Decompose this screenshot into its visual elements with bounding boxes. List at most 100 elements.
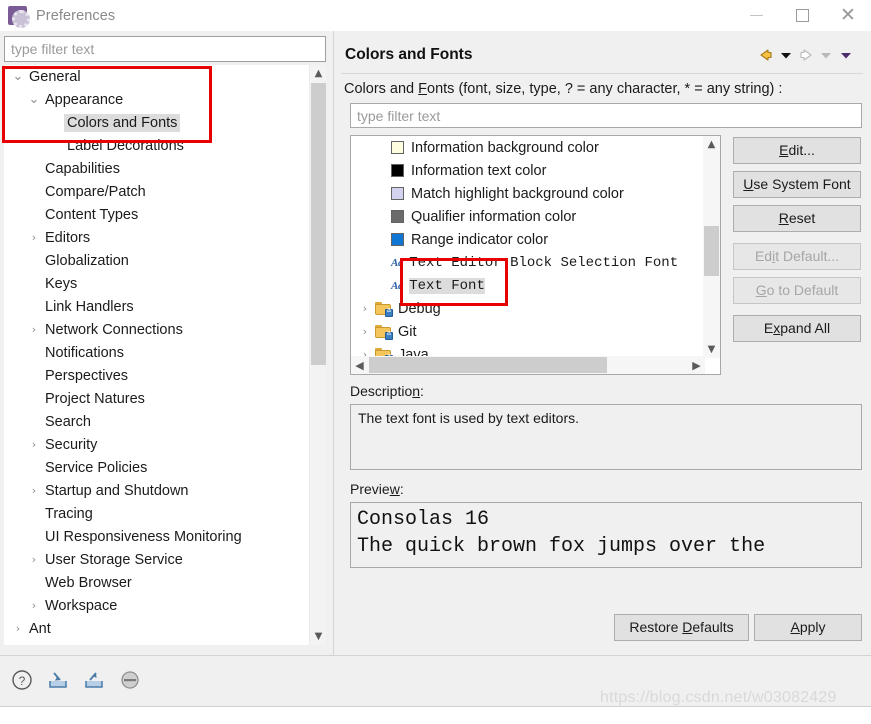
tree-item-capabilities[interactable]: Capabilities — [4, 157, 308, 180]
preferences-tree[interactable]: ⌄ General ⌄ Appearance Colors and Fonts Label… — [4, 65, 326, 645]
colors-fonts-filter-input[interactable]: type filter text — [350, 103, 862, 128]
scroll-up-icon[interactable]: ▲ — [703, 136, 720, 153]
disabled-circle-icon[interactable] — [118, 668, 142, 692]
list-item-label: Match highlight background color — [411, 185, 624, 202]
import-icon[interactable] — [46, 668, 70, 692]
tree-item-workspace[interactable]: › Workspace — [4, 594, 308, 617]
tree-item-web-browser[interactable]: Web Browser — [4, 571, 308, 594]
reset-button[interactable]: Reset — [733, 205, 861, 232]
scroll-right-icon[interactable]: ▶ — [688, 356, 705, 374]
restore-defaults-button[interactable]: Restore Defaults — [614, 614, 749, 641]
tree-item-label-decorations[interactable]: Label Decorations — [4, 134, 308, 157]
chevron-right-icon[interactable]: › — [10, 622, 26, 635]
tree-item-content-types[interactable]: Content Types — [4, 203, 308, 226]
list-item[interactable]: › Debug — [351, 297, 720, 320]
scrollbar-thumb[interactable] — [369, 357, 607, 373]
minimize-icon[interactable] — [733, 0, 779, 31]
sidebar-filter-input[interactable]: type filter text — [4, 36, 326, 62]
tree-item-general[interactable]: ⌄ General — [4, 65, 308, 88]
expand-all-button[interactable]: Expand All — [733, 315, 861, 342]
tree-item-network-connections[interactable]: › Network Connections — [4, 318, 308, 341]
tree-vertical-scrollbar[interactable]: ▲ ▼ — [309, 65, 326, 645]
tree-item-compare-patch[interactable]: Compare/Patch — [4, 180, 308, 203]
tree-item-search[interactable]: Search — [4, 410, 308, 433]
tree-item-security[interactable]: › Security — [4, 433, 308, 456]
svg-text:?: ? — [19, 674, 26, 688]
page-nav-icons — [757, 45, 863, 65]
watermark: https://blog.csdn.net/w03082429 — [600, 689, 837, 706]
chevron-right-icon[interactable]: › — [26, 231, 42, 244]
color-swatch — [391, 233, 404, 246]
chevron-right-icon[interactable]: › — [357, 302, 373, 315]
tree-item-editors[interactable]: › Editors — [4, 226, 308, 249]
tree-item-label: Appearance — [45, 91, 124, 108]
list-item[interactable]: Qualifier information color — [351, 205, 720, 228]
list-horizontal-scrollbar[interactable]: ◀ ▶ — [351, 356, 705, 374]
preferences-dialog: Preferences ✕ type filter text ⌄ General ⌄… — [0, 0, 871, 724]
list-item[interactable]: Aa Text Editor Block Selection Font — [351, 251, 720, 274]
tree-item-service-policies[interactable]: Service Policies — [4, 456, 308, 479]
tree-item-startup-and-shutdown[interactable]: › Startup and Shutdown — [4, 479, 308, 502]
list-item[interactable]: Match highlight background color — [351, 182, 720, 205]
tree-item-label: Notifications — [45, 344, 124, 361]
use-system-font-button[interactable]: Use System Font — [733, 171, 861, 198]
close-icon[interactable]: ✕ — [825, 0, 871, 31]
list-item[interactable]: Information background color — [351, 136, 720, 159]
back-dropdown-icon[interactable] — [777, 45, 795, 65]
tree-item-tracing[interactable]: Tracing — [4, 502, 308, 525]
chevron-right-icon[interactable]: › — [26, 438, 42, 451]
tree-item-colors-and-fonts[interactable]: Colors and Fonts — [4, 111, 308, 134]
tree-item-appearance[interactable]: ⌄ Appearance — [4, 88, 308, 111]
tree-item-project-natures[interactable]: Project Natures — [4, 387, 308, 410]
forward-dropdown-icon — [817, 45, 835, 65]
preview-line-2: The quick brown fox jumps over the — [357, 535, 766, 558]
colors-fonts-list[interactable]: Information background color Information … — [350, 135, 721, 375]
chevron-down-icon[interactable]: ⌄ — [26, 93, 42, 106]
description-label: Description: — [350, 383, 424, 399]
scrollbar-thumb[interactable] — [704, 226, 719, 276]
view-menu-icon[interactable] — [837, 45, 855, 65]
title-bar: Preferences ✕ — [0, 0, 871, 31]
scroll-up-icon[interactable]: ▲ — [310, 65, 327, 82]
tree-item-ui-responsiveness-monitoring[interactable]: UI Responsiveness Monitoring — [4, 525, 308, 548]
color-swatch — [391, 187, 404, 200]
help-icon[interactable]: ? — [10, 668, 34, 692]
tree-item-globalization[interactable]: Globalization — [4, 249, 308, 272]
tree-item-user-storage-service[interactable]: › User Storage Service — [4, 548, 308, 571]
gear-icon — [8, 6, 30, 28]
export-icon[interactable] — [82, 668, 106, 692]
chevron-right-icon[interactable]: › — [26, 599, 42, 612]
chevron-right-icon[interactable]: › — [26, 323, 42, 336]
tree-item-notifications[interactable]: Notifications — [4, 341, 308, 364]
list-item[interactable]: › Git — [351, 320, 720, 343]
list-item[interactable]: Range indicator color — [351, 228, 720, 251]
footer-icons: ? — [10, 668, 142, 692]
list-item-label: Text Editor Block Selection Font — [409, 254, 679, 271]
chevron-down-icon[interactable]: ⌄ — [10, 70, 26, 83]
tree-item-label: Editors — [45, 229, 91, 246]
list-item[interactable]: Aa Text Font — [351, 274, 720, 297]
chevron-right-icon[interactable]: › — [26, 484, 42, 497]
chevron-right-icon[interactable]: › — [357, 325, 373, 338]
tree-item-keys[interactable]: Keys — [4, 272, 308, 295]
chevron-right-icon[interactable]: › — [26, 553, 42, 566]
tree-item-ant[interactable]: › Ant — [4, 617, 308, 640]
font-aa-icon: Aa — [391, 279, 404, 292]
scroll-down-icon[interactable]: ▼ — [310, 628, 327, 645]
tree-item-link-handlers[interactable]: Link Handlers — [4, 295, 308, 318]
page-title: Colors and Fonts — [345, 45, 473, 63]
header-divider — [341, 73, 863, 74]
scrollbar-thumb[interactable] — [311, 83, 326, 365]
back-arrow-icon[interactable] — [757, 45, 775, 65]
list-item[interactable]: Information text color — [351, 159, 720, 182]
maximize-icon[interactable] — [779, 0, 825, 31]
tree-item-perspectives[interactable]: Perspectives — [4, 364, 308, 387]
list-vertical-scrollbar[interactable]: ▲ ▼ — [703, 136, 720, 358]
apply-button[interactable]: Apply — [754, 614, 862, 641]
color-swatch — [391, 164, 404, 177]
scroll-down-icon[interactable]: ▼ — [703, 341, 720, 358]
scroll-left-icon[interactable]: ◀ — [351, 356, 368, 374]
font-aa-icon: Aa — [391, 256, 404, 269]
edit-button[interactable]: Edit... — [733, 137, 861, 164]
tree-item-label: General — [29, 68, 81, 85]
